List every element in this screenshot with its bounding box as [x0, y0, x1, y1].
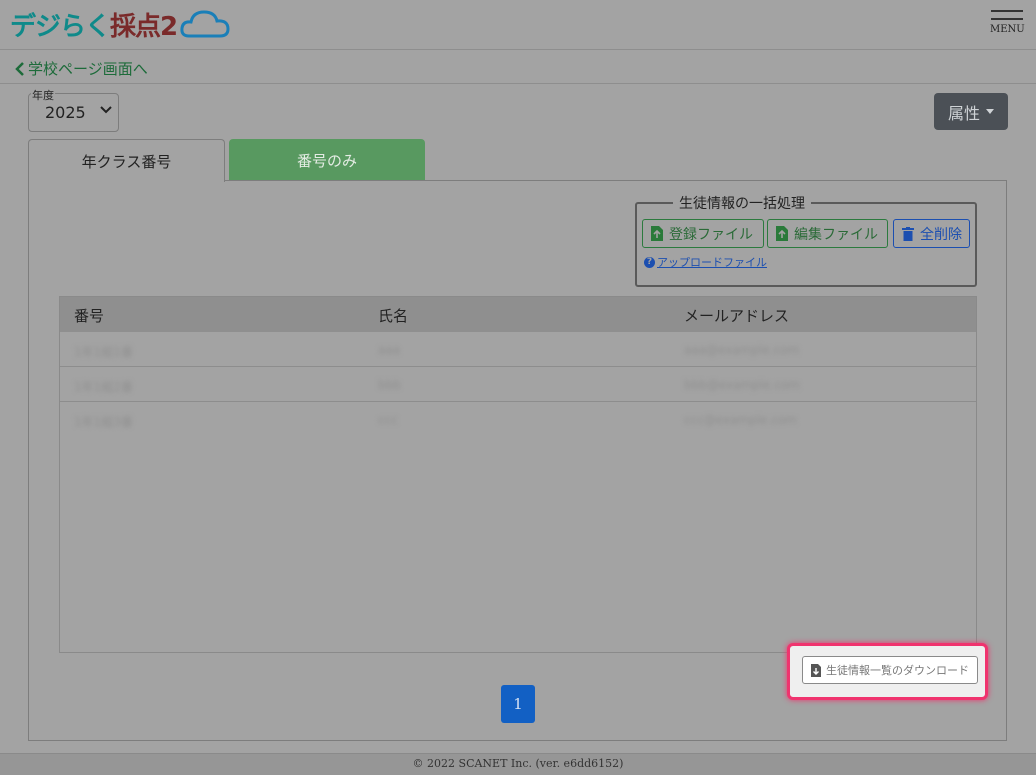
column-header-number: 番号 — [74, 307, 105, 325]
bulk-processing-group: 生徒情報の一括処理 登録ファイル 編集ファイル 全削除 ? アップロードファイル — [635, 193, 977, 287]
cloud-icon — [180, 10, 230, 38]
bulk-processing-title: 生徒情報の一括処理 — [673, 193, 811, 213]
table-row[interactable]: 1年1組3番 ccc ccc@example.com — [60, 402, 976, 436]
file-upload-icon — [776, 226, 788, 241]
file-download-icon — [811, 663, 821, 677]
edit-file-button[interactable]: 編集ファイル — [767, 219, 888, 248]
table-row[interactable]: 1年1組1番 aaa aaa@example.com — [60, 332, 976, 367]
back-to-school-link[interactable]: 学校ページ画面へ — [15, 58, 148, 79]
student-table: 番号 氏名 メールアドレス 1年1組1番 aaa aaa@example.com… — [59, 296, 977, 653]
footer-copyright: © 2022 SCANET Inc. (ver. e6dd6152) — [0, 753, 1036, 775]
menu-icon — [991, 10, 1023, 12]
column-header-name: 氏名 — [378, 307, 409, 325]
pagination-page-1[interactable]: 1 — [501, 685, 535, 723]
year-value: 2025 — [45, 103, 86, 122]
download-highlight: 生徒情報一覧のダウンロード — [787, 643, 988, 700]
table-row[interactable]: 1年1組2番 bbb bbb@example.com — [60, 367, 976, 402]
logo-text: デジらく採点2 — [10, 11, 178, 42]
menu-button[interactable]: MENU — [990, 6, 1025, 44]
breadcrumb: 学校ページ画面へ — [0, 50, 1036, 84]
year-label: 年度 — [31, 87, 55, 103]
tab-year-class-number[interactable]: 年クラス番号 — [28, 139, 225, 182]
tab-number-only[interactable]: 番号のみ — [229, 139, 425, 181]
register-file-button[interactable]: 登録ファイル — [642, 219, 764, 248]
chevron-down-icon — [100, 106, 112, 114]
attributes-dropdown-button[interactable]: 属性 — [934, 93, 1008, 130]
trash-icon — [902, 226, 914, 241]
download-student-list-button[interactable]: 生徒情報一覧のダウンロード — [802, 656, 978, 684]
caret-down-icon — [986, 109, 994, 114]
delete-all-button[interactable]: 全削除 — [893, 219, 970, 248]
upload-file-help-link[interactable]: ? アップロードファイル — [644, 254, 767, 270]
question-icon: ? — [644, 256, 655, 268]
column-header-email: メールアドレス — [684, 307, 790, 325]
file-upload-icon — [651, 226, 663, 241]
app-logo[interactable]: デジらく採点2 — [10, 6, 231, 42]
app-header: デジらく採点2 MENU — [0, 0, 1036, 50]
chevron-left-icon — [15, 61, 24, 76]
table-header: 番号 氏名 メールアドレス — [60, 297, 976, 332]
year-select[interactable]: 年度 2025 — [28, 87, 119, 132]
